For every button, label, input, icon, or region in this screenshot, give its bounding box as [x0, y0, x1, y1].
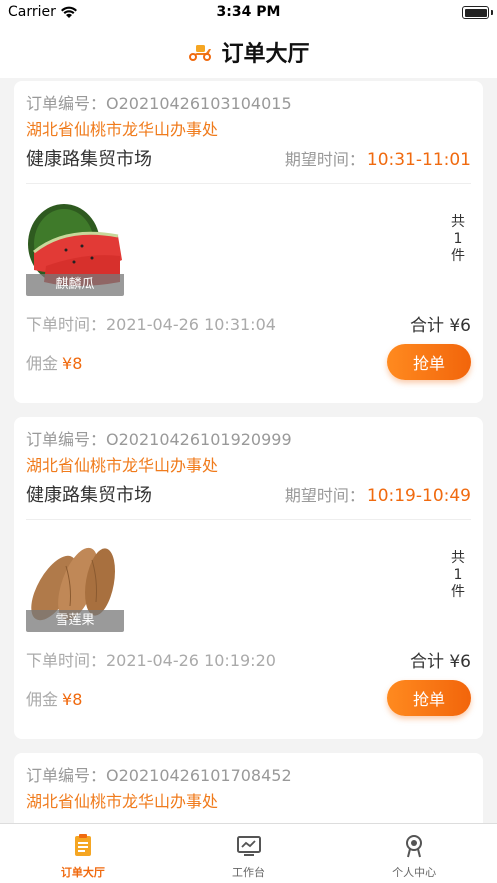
- quantity-value: 1: [453, 567, 463, 583]
- grab-order-button[interactable]: 抢单: [387, 680, 471, 716]
- order-card: 订单编号：O20210426103104015 湖北省仙桃市龙华山办事处 健康路…: [14, 81, 483, 403]
- goods-image-yacon[interactable]: 雪莲果: [26, 536, 124, 632]
- delivery-address: 湖北省仙桃市龙华山办事处: [26, 792, 219, 811]
- commission-value: ¥8: [62, 354, 83, 373]
- order-list-icon: [74, 834, 91, 856]
- quantity-prefix: 共: [451, 214, 465, 230]
- commission-label: 佣金: [26, 354, 59, 373]
- goods-name: 雪莲果: [26, 610, 124, 632]
- order-list[interactable]: 订单编号：O20210426103104015 湖北省仙桃市龙华山办事处 健康路…: [0, 78, 497, 823]
- tab-label: 个人中心: [392, 866, 437, 879]
- order-time: 下单时间：2021-04-26 10:31:04: [26, 315, 276, 334]
- nav-bar: 订单大厅: [0, 26, 497, 78]
- commission-value: ¥8: [62, 690, 83, 709]
- total-value: ¥6: [449, 651, 471, 672]
- goods-name: 麒麟瓜: [26, 274, 124, 296]
- quantity: 共 1 件: [451, 214, 465, 265]
- quantity-suffix: 件: [451, 584, 465, 600]
- tab-label: 工作台: [232, 866, 265, 879]
- quantity-prefix: 共: [451, 550, 465, 566]
- total-value: ¥6: [449, 315, 471, 336]
- expect-time-value: 10:19-10:49: [366, 486, 471, 506]
- quantity-value: 1: [453, 231, 463, 247]
- order-number: 订单编号：O20210426103104015: [26, 94, 292, 113]
- order-total: 合计 ¥6: [410, 311, 471, 336]
- delivery-address: 湖北省仙桃市龙华山办事处: [26, 120, 219, 139]
- tab-workbench[interactable]: 工作台: [166, 824, 332, 883]
- expect-time-label: 期望时间：: [284, 150, 365, 169]
- tab-order-hall[interactable]: 订单大厅: [0, 824, 166, 883]
- order-total: 合计 ¥6: [410, 647, 471, 672]
- battery-icon: [462, 6, 489, 19]
- tab-bar: 订单大厅 工作台 个人中心: [0, 823, 497, 883]
- page-title: 订单大厅: [221, 42, 310, 67]
- workbench-monitor-icon: [236, 836, 261, 856]
- tab-profile[interactable]: 个人中心: [331, 824, 497, 883]
- order-number: 订单编号：O20210426101708452: [26, 766, 292, 785]
- delivery-address: 湖北省仙桃市龙华山办事处: [26, 456, 219, 475]
- expect-time-value: 10:31-11:01: [366, 150, 471, 170]
- battery-cap: [491, 10, 493, 15]
- order-card: 订单编号：O20210426101708452 湖北省仙桃市龙华山办事处: [14, 753, 483, 823]
- expect-time-label: 期望时间：: [284, 486, 365, 505]
- goods-image-watermelon[interactable]: 麒麟瓜: [26, 200, 124, 296]
- market-name: 健康路集贸市场: [26, 485, 152, 506]
- quantity-suffix: 件: [451, 248, 465, 264]
- profile-icon: [406, 835, 423, 858]
- status-bar: Carrier 3:34 PM: [0, 0, 497, 26]
- scooter-icon: [189, 45, 212, 61]
- total-label: 合计: [409, 651, 444, 672]
- commission-label: 佣金: [26, 690, 59, 709]
- tab-label: 订单大厅: [60, 866, 105, 879]
- market-name: 健康路集贸市场: [26, 149, 152, 170]
- quantity: 共 1 件: [451, 550, 465, 601]
- order-time: 下单时间：2021-04-26 10:19:20: [26, 651, 276, 670]
- clock: 3:34 PM: [216, 4, 281, 20]
- grab-order-button[interactable]: 抢单: [387, 344, 471, 380]
- total-label: 合计: [409, 315, 444, 336]
- order-number: 订单编号：O20210426101920999: [26, 430, 292, 449]
- order-card: 订单编号：O20210426101920999 湖北省仙桃市龙华山办事处 健康路…: [14, 417, 483, 739]
